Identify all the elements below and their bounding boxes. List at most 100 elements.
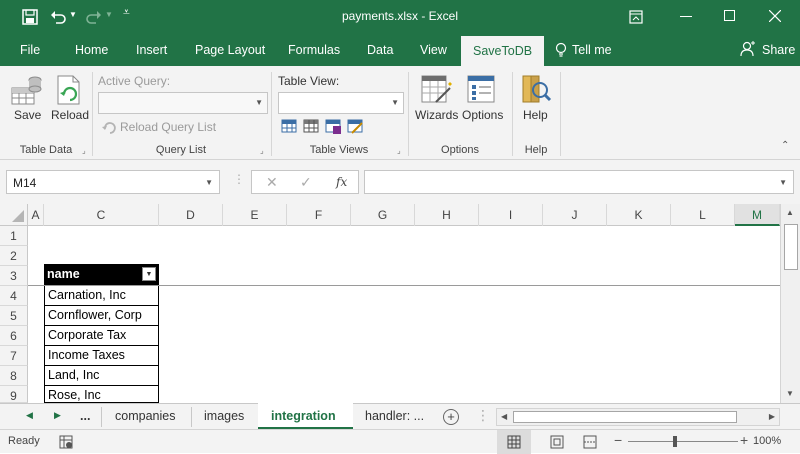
add-sheet-icon[interactable]: +: [443, 409, 459, 425]
maximize-icon[interactable]: [724, 10, 735, 21]
column-header[interactable]: E: [223, 204, 287, 226]
row-header[interactable]: 1: [0, 226, 28, 246]
dialog-launcher-icon[interactable]: ⌟: [260, 146, 264, 155]
separator: [101, 407, 102, 427]
minimize-icon[interactable]: [680, 16, 692, 17]
zoom-slider[interactable]: [628, 441, 738, 442]
sheet-tab-handler[interactable]: handler: ...: [365, 409, 424, 423]
share-button[interactable]: Share: [762, 43, 795, 57]
row-header[interactable]: 6: [0, 326, 28, 346]
macro-record-icon[interactable]: [59, 435, 73, 449]
tell-me-search[interactable]: Tell me: [572, 43, 612, 57]
dialog-launcher-icon[interactable]: ⌟: [82, 146, 86, 155]
dialog-launcher-icon[interactable]: ⌟: [397, 146, 401, 155]
column-header[interactable]: I: [479, 204, 543, 226]
ribbon-display-options-icon[interactable]: [629, 10, 643, 24]
enter-check-icon[interactable]: ✓: [300, 174, 312, 191]
table-views-group-label: Table Views: [309, 144, 369, 156]
more-sheets-left[interactable]: ...: [80, 409, 90, 423]
zoom-level[interactable]: 100%: [753, 435, 781, 447]
title-bar: ▼ ▼ ⩡ payments.xlsx - Excel: [0, 0, 800, 34]
lightbulb-icon: [555, 42, 567, 57]
tab-insert[interactable]: Insert: [136, 43, 167, 57]
tab-data[interactable]: Data: [367, 43, 393, 57]
sheet-tab-images[interactable]: images: [204, 409, 244, 423]
wizards-button[interactable]: Wizards: [415, 108, 458, 122]
column-header[interactable]: K: [607, 204, 671, 226]
sheet-tab-integration-label: integration: [271, 409, 336, 423]
column-header[interactable]: D: [159, 204, 223, 226]
options-group-label: Options: [441, 144, 479, 156]
vertical-scrollbar[interactable]: ▲ ▼: [780, 204, 800, 403]
table-cell[interactable]: Carnation, Inc: [44, 286, 159, 306]
table-view-combo[interactable]: ▼: [278, 92, 404, 114]
expand-formula-icon[interactable]: ▼: [779, 178, 787, 187]
normal-view-button[interactable]: [497, 430, 531, 454]
save-data-button[interactable]: Save: [14, 108, 41, 122]
zoom-in-icon[interactable]: +: [740, 432, 748, 448]
column-header[interactable]: G: [351, 204, 415, 226]
tab-savetodb[interactable]: SaveToDB: [461, 36, 545, 66]
table-cell[interactable]: Corporate Tax: [44, 326, 159, 346]
horizontal-scrollbar[interactable]: ◀ ▶: [496, 408, 780, 426]
row-header[interactable]: 5: [0, 306, 28, 326]
close-icon[interactable]: [769, 10, 781, 22]
column-header-selected[interactable]: M: [735, 204, 780, 226]
column-header[interactable]: J: [543, 204, 607, 226]
tab-file[interactable]: File: [20, 43, 40, 57]
table-cell[interactable]: Income Taxes: [44, 346, 159, 366]
zoom-slider-thumb[interactable]: [673, 436, 677, 447]
scroll-left-icon[interactable]: ◀: [501, 412, 507, 421]
zoom-out-icon[interactable]: −: [614, 432, 622, 448]
table-view-label: Table View:: [278, 74, 340, 88]
name-box[interactable]: M14 ▼: [6, 170, 220, 194]
name-box-value: M14: [13, 176, 37, 190]
table-header-cell[interactable]: name ▼: [44, 264, 159, 285]
column-header[interactable]: F: [287, 204, 351, 226]
select-all-corner[interactable]: [0, 204, 28, 226]
table-cell[interactable]: Cornflower, Corp: [44, 306, 159, 326]
tab-formulas[interactable]: Formulas: [288, 43, 340, 57]
scroll-up-icon[interactable]: ▲: [786, 208, 794, 217]
formula-input[interactable]: ▼: [364, 170, 794, 194]
tab-home[interactable]: Home: [75, 43, 108, 57]
prev-sheet-icon[interactable]: ◀: [26, 410, 33, 421]
sheet-tab-integration[interactable]: integration: [258, 403, 353, 430]
filter-dropdown-icon[interactable]: ▼: [142, 267, 156, 281]
sheet-tabs-bar: ◀ ▶ ... companies images integration han…: [0, 403, 800, 430]
column-headers: A C D E F G H I J K L M: [0, 204, 800, 226]
ribbon: Save Reload Table Data ⌟ Active Query: ▼…: [0, 66, 800, 160]
row-header[interactable]: 9: [0, 386, 28, 403]
scroll-right-icon[interactable]: ▶: [769, 412, 775, 421]
row-header[interactable]: 8: [0, 366, 28, 386]
tab-view[interactable]: View: [420, 43, 447, 57]
row-header[interactable]: 2: [0, 246, 28, 266]
column-header[interactable]: H: [415, 204, 479, 226]
row-header[interactable]: 7: [0, 346, 28, 366]
tab-split-grip-icon[interactable]: ⋮: [476, 407, 490, 424]
reload-query-list-icon: [102, 122, 116, 134]
row-header[interactable]: 4: [0, 286, 28, 306]
collapse-ribbon-icon[interactable]: ⌃: [781, 140, 789, 151]
row-header[interactable]: 3: [0, 266, 28, 286]
help-button[interactable]: Help: [523, 108, 548, 122]
column-header[interactable]: A: [28, 204, 44, 226]
page-break-view-icon[interactable]: [583, 435, 597, 449]
scroll-down-icon[interactable]: ▼: [786, 389, 794, 398]
table-view-icons[interactable]: [281, 118, 369, 136]
column-header[interactable]: L: [671, 204, 735, 226]
sheet-tab-companies[interactable]: companies: [115, 409, 175, 423]
next-sheet-icon[interactable]: ▶: [54, 410, 61, 421]
hscroll-thumb[interactable]: [513, 411, 737, 423]
reload-button[interactable]: Reload: [51, 108, 89, 122]
chevron-down-icon[interactable]: ▼: [205, 178, 213, 187]
table-cell[interactable]: Land, Inc: [44, 366, 159, 386]
table-cell[interactable]: Rose, Inc: [44, 386, 159, 403]
insert-function-icon[interactable]: fx: [336, 175, 347, 189]
options-button[interactable]: Options: [462, 108, 503, 122]
cancel-icon[interactable]: ✕: [266, 174, 278, 191]
scroll-thumb[interactable]: [784, 224, 798, 270]
tab-page-layout[interactable]: Page Layout: [195, 43, 265, 57]
page-layout-view-icon[interactable]: [550, 435, 564, 449]
column-header[interactable]: C: [44, 204, 159, 226]
